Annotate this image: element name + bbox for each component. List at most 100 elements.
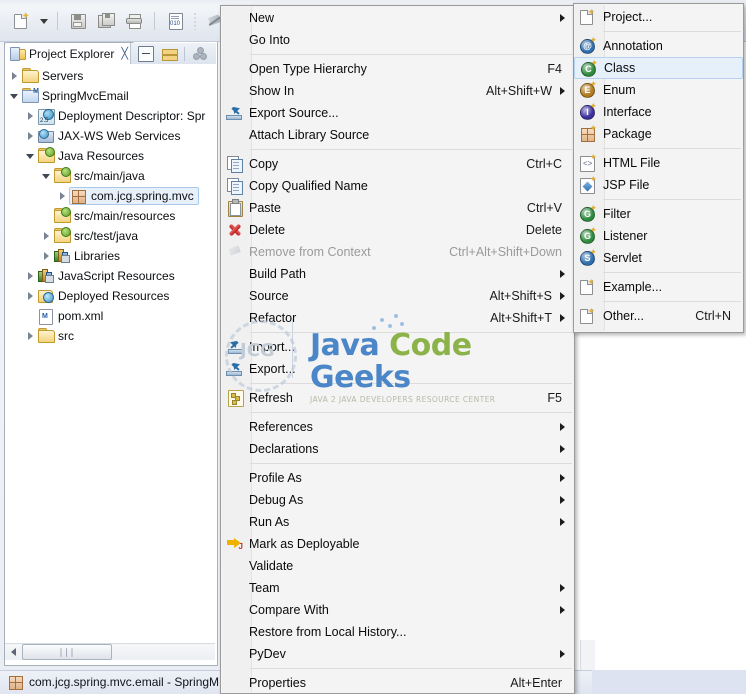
menu-item-copy-qualified-name[interactable]: Copy Qualified Name — [221, 175, 574, 197]
menu-item-delete[interactable]: Delete Delete — [221, 219, 574, 241]
collapse-arrow-icon[interactable] — [7, 86, 21, 106]
tree-item-src[interactable]: src — [5, 326, 216, 346]
menu-item-listener[interactable]: G ✦ Listener — [574, 225, 743, 247]
menu-item-references[interactable]: References — [221, 416, 574, 438]
menu-item-html-file[interactable]: <> ✦ HTML File — [574, 152, 743, 174]
tree-item-content[interactable]: src/main/resources — [53, 207, 179, 225]
menu-item-restore-from-local-history[interactable]: Restore from Local History... — [221, 621, 574, 643]
collapse-arrow-icon[interactable] — [39, 166, 53, 186]
toggle-binary-button[interactable]: 010 — [162, 9, 188, 33]
expand-arrow-icon[interactable] — [39, 226, 53, 246]
menu-item-servlet[interactable]: S ✦ Servlet — [574, 247, 743, 269]
expand-arrow-icon[interactable] — [23, 126, 37, 146]
new-wizard-button[interactable]: ✦ — [8, 9, 34, 33]
menu-item-project[interactable]: ✦ Project... — [574, 6, 743, 28]
tree-item-javascript-resources[interactable]: JavaScript Resources — [5, 266, 216, 286]
menu-item-enum[interactable]: E ✦ Enum — [574, 79, 743, 101]
menu-item-new[interactable]: New — [221, 7, 574, 29]
menu-item-filter[interactable]: G ✦ Filter — [574, 203, 743, 225]
menu-item-build-path[interactable]: Build Path — [221, 263, 574, 285]
expand-arrow-icon[interactable] — [23, 266, 37, 286]
menu-item-source[interactable]: Source Alt+Shift+S — [221, 285, 574, 307]
tree-item-content[interactable]: Mpom.xml — [37, 307, 107, 325]
menu-item-show-in[interactable]: Show In Alt+Shift+W — [221, 80, 574, 102]
menu-item-example[interactable]: ✦ Example... — [574, 276, 743, 298]
menu-item-go-into[interactable]: Go Into — [221, 29, 574, 51]
menu-item-refresh[interactable]: Refresh F5 — [221, 387, 574, 409]
save-button[interactable] — [65, 9, 91, 33]
menu-item-debug-as[interactable]: Debug As — [221, 489, 574, 511]
menu-item-declarations[interactable]: Declarations — [221, 438, 574, 460]
menu-item-compare-with[interactable]: Compare With — [221, 599, 574, 621]
tree-item-content[interactable]: src — [37, 327, 78, 345]
tree-item-pom-xml[interactable]: Mpom.xml — [5, 306, 216, 326]
tree-item-src-main-java[interactable]: src/main/java — [5, 166, 216, 186]
close-icon[interactable]: ╳ — [121, 47, 128, 60]
new-wizard-dropdown[interactable] — [36, 9, 50, 33]
tree-item-content[interactable]: JavaScript Resources — [37, 267, 179, 285]
menu-item-mark-as-deployable[interactable]: J Mark as Deployable — [221, 533, 574, 555]
project-explorer-context-menu[interactable]: New Go Into Open Type Hierarchy F4 Show In Al… — [220, 5, 575, 694]
print-button[interactable] — [121, 9, 147, 33]
menu-item-validate[interactable]: Validate — [221, 555, 574, 577]
expand-arrow-icon[interactable] — [23, 326, 37, 346]
tree-item-servers[interactable]: Servers — [5, 66, 216, 86]
menu-item-copy[interactable]: Copy Ctrl+C — [221, 153, 574, 175]
tree-item-libraries[interactable]: Libraries — [5, 246, 216, 266]
menu-item-annotation[interactable]: @ ✦ Annotation — [574, 35, 743, 57]
menu-item-export-source[interactable]: Export Source... — [221, 102, 574, 124]
expand-arrow-icon[interactable] — [55, 186, 69, 206]
tree-horizontal-scrollbar[interactable]: ∣∣∣ — [5, 643, 215, 660]
menu-item-paste[interactable]: Paste Ctrl+V — [221, 197, 574, 219]
tab-project-explorer[interactable]: Project Explorer ╳ — [4, 42, 135, 64]
tree-item-com-jcg-spring-mvc[interactable]: com.jcg.spring.mvc — [5, 186, 216, 206]
tree-item-content[interactable]: 2.5 Deployment Descriptor: Spr — [37, 107, 209, 125]
menu-item-interface[interactable]: I ✦ Interface — [574, 101, 743, 123]
menu-item-other[interactable]: ✦ Other... Ctrl+N — [574, 305, 743, 327]
tree-item-springmvcemail[interactable]: M SpringMvcEmail — [5, 86, 216, 106]
tree-item-deployment-descriptor-spr[interactable]: 2.5 Deployment Descriptor: Spr — [5, 106, 216, 126]
tree-item-content[interactable]: JAX-WS Web Services — [37, 127, 184, 145]
editor-scrollbar[interactable] — [580, 640, 595, 670]
expand-arrow-icon[interactable] — [23, 106, 37, 126]
menu-item-team[interactable]: Team — [221, 577, 574, 599]
menu-item-pydev[interactable]: PyDev — [221, 643, 574, 665]
scrollbar-thumb[interactable]: ∣∣∣ — [22, 644, 112, 660]
tree-item-src-main-resources[interactable]: src/main/resources — [5, 206, 216, 226]
tree-item-content[interactable]: Java Resources — [37, 147, 148, 165]
menu-item-profile-as[interactable]: Profile As — [221, 467, 574, 489]
menu-item-export[interactable]: Export... — [221, 358, 574, 380]
toolbar-drag-handle[interactable] — [194, 12, 196, 30]
menu-item-package[interactable]: ✦ Package — [574, 123, 743, 145]
menu-item-refactor[interactable]: Refactor Alt+Shift+T — [221, 307, 574, 329]
menu-item-class[interactable]: C ✦ Class — [574, 57, 743, 79]
tree-item-content[interactable]: src/test/java — [53, 227, 142, 245]
menu-item-import[interactable]: Import... — [221, 336, 574, 358]
tree-item-content[interactable]: Libraries — [53, 247, 124, 265]
menu-item-open-type-hierarchy[interactable]: Open Type Hierarchy F4 — [221, 58, 574, 80]
view-menu-button[interactable] — [190, 45, 210, 63]
save-all-button[interactable] — [93, 9, 119, 33]
tree-item-content[interactable]: Servers — [21, 67, 87, 85]
tree-item-java-resources[interactable]: Java Resources — [5, 146, 216, 166]
tree-item-content[interactable]: Deployed Resources — [37, 287, 173, 305]
expand-arrow-icon[interactable] — [23, 286, 37, 306]
collapse-all-button[interactable] — [136, 45, 156, 63]
collapse-arrow-icon[interactable] — [23, 146, 37, 166]
menu-item-jsp-file[interactable]: ✦ JSP File — [574, 174, 743, 196]
tree-item-src-test-java[interactable]: src/test/java — [5, 226, 216, 246]
tree-item-deployed-resources[interactable]: Deployed Resources — [5, 286, 216, 306]
expand-arrow-icon[interactable] — [7, 66, 21, 86]
menu-item-properties[interactable]: Properties Alt+Enter — [221, 672, 574, 694]
tree-item-jax-ws-web-services[interactable]: JAX-WS Web Services — [5, 126, 216, 146]
expand-arrow-icon[interactable] — [39, 246, 53, 266]
scroll-left-arrow-icon[interactable] — [5, 645, 21, 660]
new-submenu[interactable]: ✦ Project... @ ✦ Annotation C ✦ Class E ✦ Enum I ✦ In… — [573, 3, 744, 333]
menu-item-run-as[interactable]: Run As — [221, 511, 574, 533]
project-tree[interactable]: Servers M SpringMvcEmail 2.5 Deployment Desc… — [5, 66, 216, 641]
tree-item-selected[interactable]: com.jcg.spring.mvc — [69, 187, 199, 205]
menu-item-attach-library-source[interactable]: Attach Library Source — [221, 124, 574, 146]
tree-item-content[interactable]: src/main/java — [53, 167, 149, 185]
tree-item-content[interactable]: M SpringMvcEmail — [21, 87, 133, 105]
link-with-editor-button[interactable] — [159, 45, 179, 63]
